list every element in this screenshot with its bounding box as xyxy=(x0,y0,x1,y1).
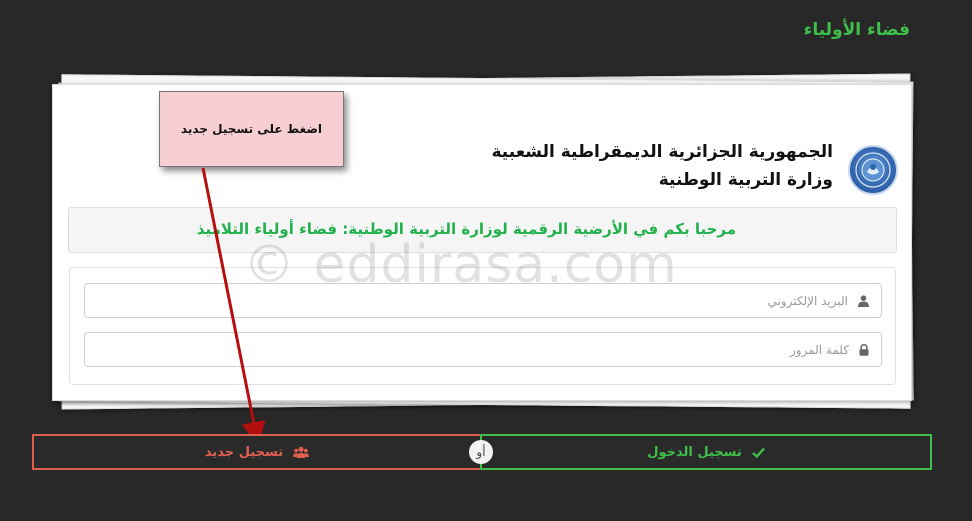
check-icon xyxy=(751,447,765,458)
or-divider: أو xyxy=(469,440,493,464)
register-button-label: تسجيل جديد xyxy=(204,444,284,460)
login-button-label: تسجيل الدخول xyxy=(647,444,742,460)
action-buttons: تسجيل جديد أو تسجيل الدخول xyxy=(32,434,932,470)
users-icon xyxy=(293,446,310,459)
login-button[interactable]: تسجيل الدخول xyxy=(480,434,932,470)
register-button[interactable]: تسجيل جديد xyxy=(32,434,482,470)
